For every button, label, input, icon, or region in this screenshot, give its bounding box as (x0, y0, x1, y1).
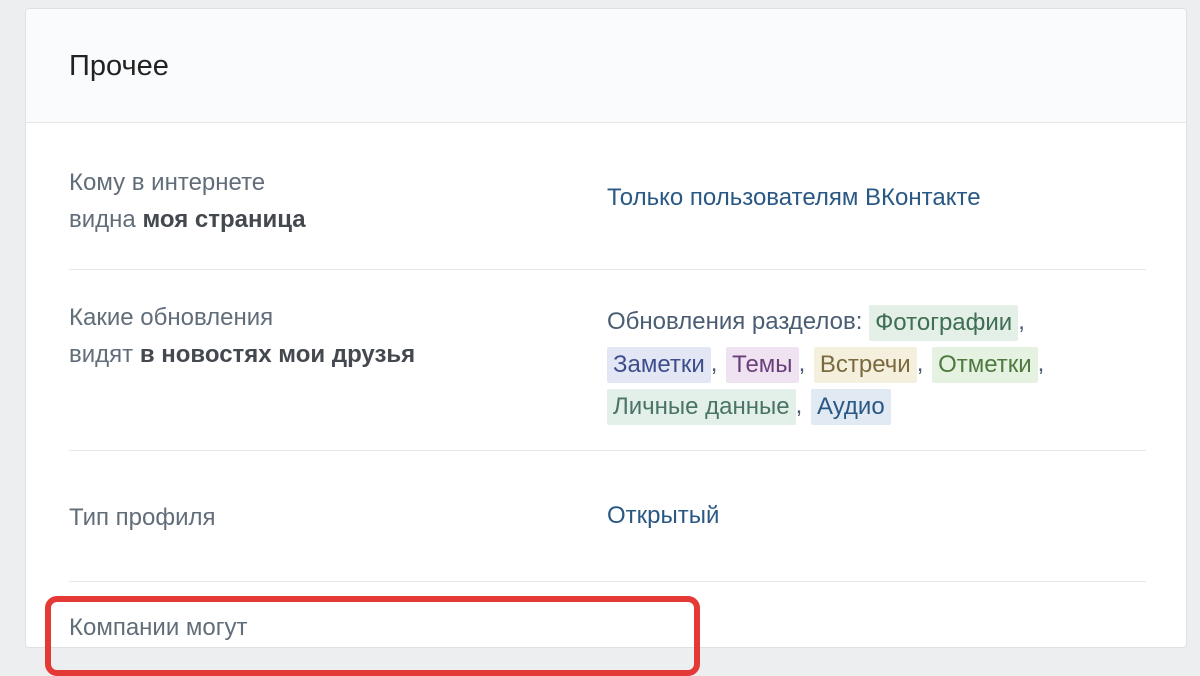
visibility-value-link[interactable]: Только пользователям ВКонтакте (607, 177, 981, 219)
chip-notes[interactable]: Заметки (607, 346, 711, 383)
chip-events[interactable]: Встречи (813, 346, 917, 383)
profile-type-label: Тип профиля (69, 504, 216, 531)
chip-tags[interactable]: Отметки (932, 346, 1038, 383)
visibility-label-line2: видна моя страница (69, 206, 306, 233)
visibility-label-line1: Кому в интернете (69, 169, 266, 196)
section-header: Прочее (26, 9, 1186, 123)
chip-audio[interactable]: Аудио (810, 388, 891, 425)
chip-personal-data[interactable]: Личные данные (607, 388, 796, 425)
updates-prefix: Обновления разделов: (607, 308, 863, 335)
visibility-label: Кому в интернете видна моя страница (69, 164, 306, 238)
updates-value[interactable]: Обновления разделов: Фотографии, Заметки… (607, 301, 1127, 427)
updates-label-line1: Какие обновления (69, 304, 274, 331)
updates-label: Какие обновления видят в новостях мои др… (69, 299, 415, 373)
chip-topics[interactable]: Темы (726, 346, 799, 383)
section-title: Прочее (69, 50, 169, 82)
row-divider (69, 269, 1146, 270)
chip-photos[interactable]: Фотографии (869, 304, 1019, 341)
updates-label-line2: видят в новостях мои друзья (69, 341, 416, 368)
row-divider (69, 581, 1146, 582)
profile-type-value-link[interactable]: Открытый (607, 495, 719, 537)
row-divider (69, 450, 1146, 451)
red-highlight-frame (45, 596, 700, 676)
privacy-settings-card: Прочее Кому в интернете видна моя страни… (25, 8, 1187, 648)
